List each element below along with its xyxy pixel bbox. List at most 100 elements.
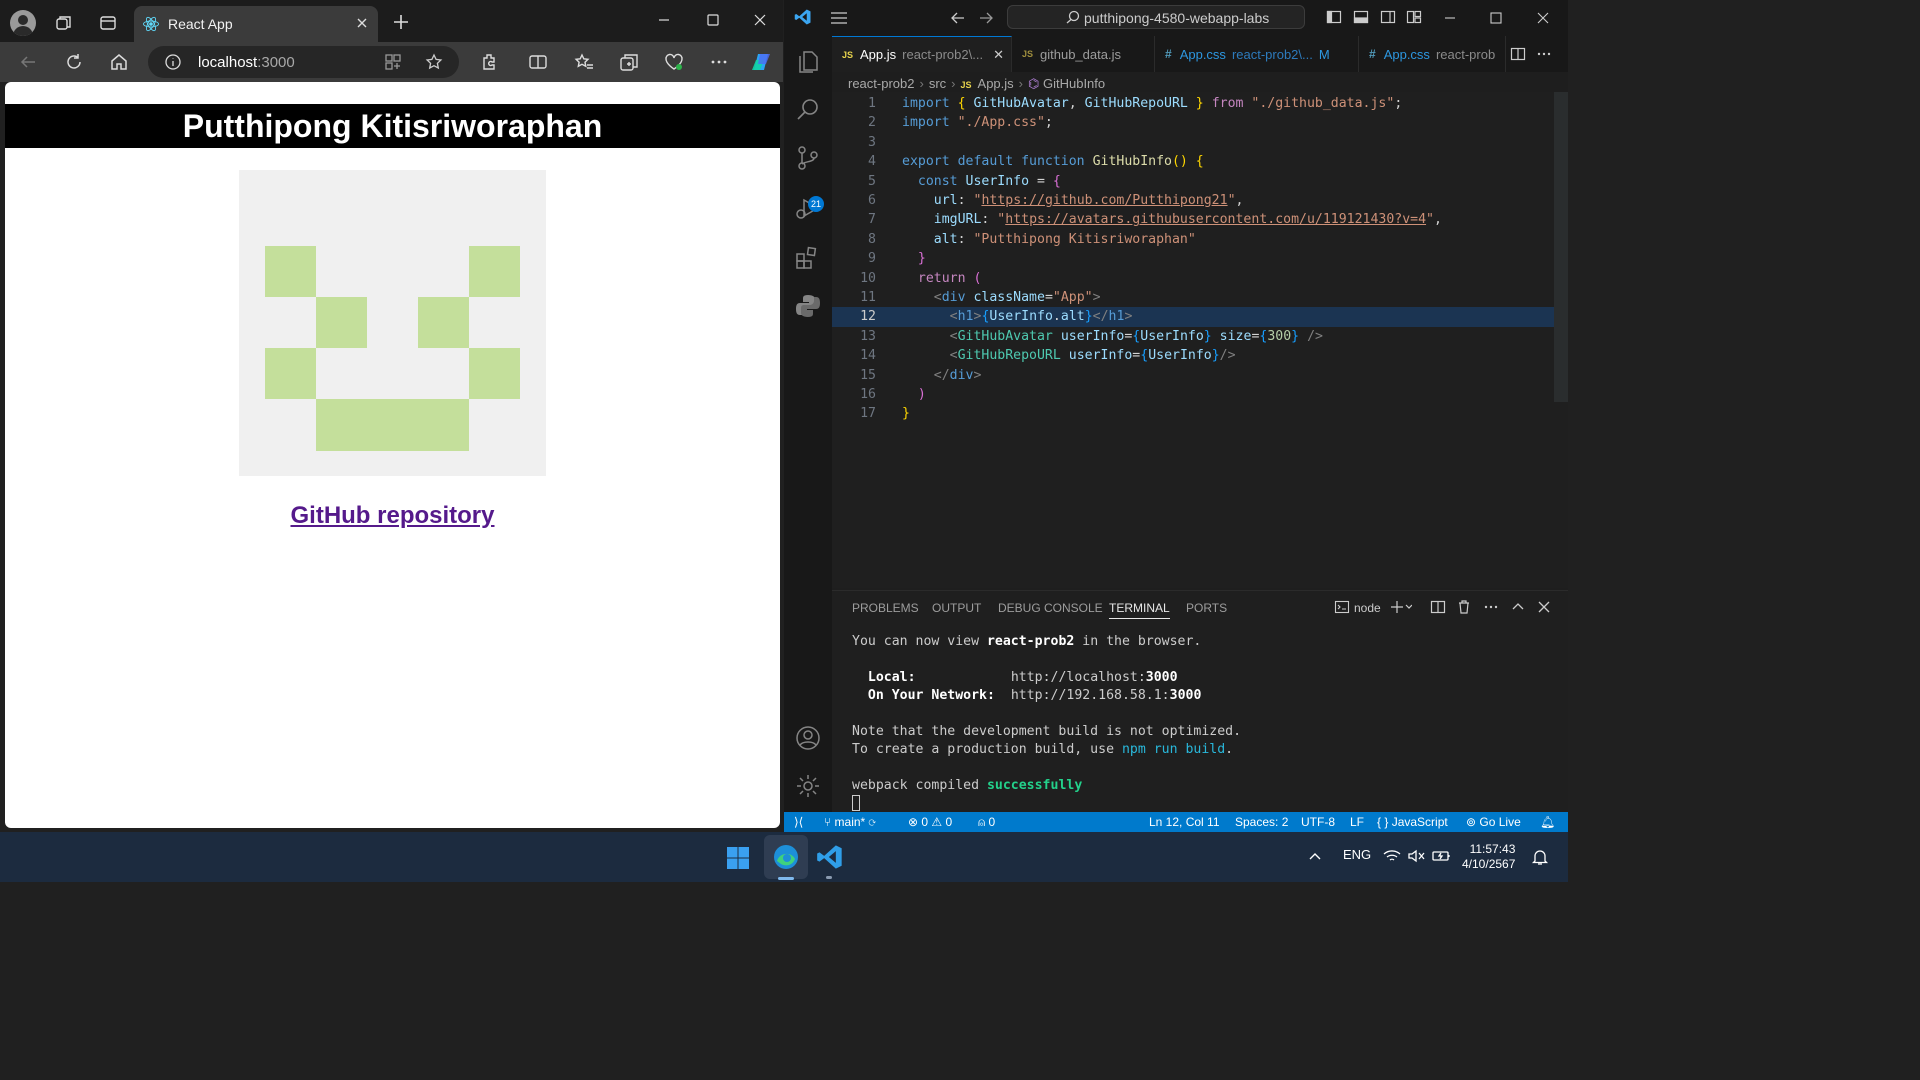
language-mode[interactable]: { } JavaScript	[1377, 815, 1448, 829]
notifications-icon[interactable]	[1531, 848, 1549, 866]
notifications-bell-icon[interactable]: 🔔︎	[1540, 815, 1555, 829]
tab-debug-console[interactable]: DEBUG CONSOLE	[998, 601, 1103, 615]
code-line[interactable]: 5 const UserInfo = {	[832, 172, 1554, 191]
tab-app-js[interactable]: JS App.js react-prob2\... ✕	[832, 36, 1012, 72]
indentation[interactable]: Spaces: 2	[1235, 815, 1288, 829]
cursor-position[interactable]: Ln 12, Col 11	[1149, 815, 1220, 829]
copilot-icon[interactable]	[748, 50, 774, 74]
close-panel-icon[interactable]	[1536, 599, 1552, 615]
tab-terminal[interactable]: TERMINAL	[1109, 601, 1170, 619]
new-terminal-icon[interactable]	[1390, 599, 1412, 615]
code-line[interactable]: 7 imgURL: "https://avatars.githubusercon…	[832, 210, 1554, 229]
code-line[interactable]: 16 )	[832, 385, 1554, 404]
favorite-star-icon[interactable]	[425, 53, 443, 71]
code-line[interactable]: 4 export default function GitHubInfo() {	[832, 152, 1554, 171]
close-tab-icon[interactable]	[354, 15, 370, 31]
favorites-icon[interactable]	[574, 52, 594, 72]
code-line[interactable]: 9 }	[832, 249, 1554, 268]
code-line[interactable]: 6 url: "https://github.com/Putthipong21"…	[832, 191, 1554, 210]
windows-start-icon[interactable]	[726, 846, 750, 870]
code-line[interactable]: 12 <h1>{UserInfo.alt}</h1>	[832, 307, 1554, 327]
vs-close-icon[interactable]	[1535, 10, 1551, 26]
end-of-line[interactable]: LF	[1350, 815, 1364, 829]
close-editor-tab-icon[interactable]: ✕	[993, 47, 1004, 63]
tab-ports[interactable]: PORTS	[1186, 601, 1227, 615]
github-repository-link[interactable]: GitHub repository	[5, 502, 780, 530]
refresh-icon[interactable]	[64, 52, 84, 72]
tab-app-css[interactable]: # App.css react-prob2\... M	[1155, 36, 1359, 72]
code-line[interactable]: 14 <GitHubRepoURL userInfo={UserInfo}/>	[832, 346, 1554, 365]
split-terminal-icon[interactable]	[1430, 599, 1446, 615]
address-bar[interactable]: localhost:3000	[148, 46, 459, 78]
tab-github-data-js[interactable]: JS github_data.js	[1012, 36, 1155, 72]
system-clock[interactable]: 11:57:43 4/10/2567	[1462, 842, 1515, 872]
home-icon[interactable]	[109, 52, 129, 72]
source-control-icon[interactable]	[794, 144, 822, 172]
collections-icon[interactable]	[619, 52, 639, 72]
code-line[interactable]: 13 <GitHubAvatar userInfo={UserInfo} siz…	[832, 327, 1554, 346]
maximize-icon[interactable]	[705, 12, 721, 28]
code-line[interactable]: 17}	[832, 404, 1554, 423]
forwarded-ports[interactable]: ⍝ 0	[978, 815, 995, 830]
close-window-icon[interactable]	[752, 12, 768, 28]
extensions-view-icon[interactable]	[794, 244, 822, 272]
maximize-panel-icon[interactable]	[1510, 599, 1526, 615]
tab-problems[interactable]: PROBLEMS	[852, 601, 919, 615]
extensions-icon[interactable]	[480, 52, 500, 72]
python-icon[interactable]	[794, 292, 822, 320]
minimize-icon[interactable]	[656, 12, 672, 28]
code-line[interactable]: 1 import { GitHubAvatar, GitHubRepoURL } …	[832, 94, 1554, 113]
new-tab-icon[interactable]	[392, 13, 410, 31]
problems-count[interactable]: ⊗ 0 ⚠ 0	[908, 815, 952, 829]
volume-muted-icon[interactable]	[1408, 848, 1426, 864]
code-line[interactable]: 3	[832, 133, 1554, 152]
search-view-icon[interactable]	[794, 96, 822, 124]
vs-maximize-icon[interactable]	[1488, 10, 1504, 26]
code-editor[interactable]: 1 import { GitHubAvatar, GitHubRepoURL } …	[832, 92, 1568, 588]
menu-icon[interactable]	[830, 10, 848, 26]
browser-essentials-icon[interactable]	[664, 52, 684, 72]
explorer-icon[interactable]	[794, 48, 822, 76]
git-branch[interactable]: ⑂ main* ⟳	[824, 815, 876, 829]
workspaces-icon[interactable]	[54, 13, 74, 33]
go-forward-icon[interactable]	[978, 10, 994, 26]
battery-charging-icon[interactable]	[1432, 848, 1452, 864]
browser-tab-react-app[interactable]: React App	[134, 6, 378, 42]
split-editor-icon[interactable]	[1510, 46, 1526, 62]
wifi-icon[interactable]	[1383, 848, 1401, 864]
accounts-icon[interactable]	[794, 724, 822, 752]
tab-actions-icon[interactable]	[98, 13, 118, 33]
terminal-shell-icon[interactable]	[1334, 599, 1350, 615]
tab-app-css-2[interactable]: # App.css react-prob	[1359, 36, 1506, 72]
go-back-icon[interactable]	[950, 10, 966, 26]
show-hidden-icons-icon[interactable]	[1307, 849, 1323, 865]
remote-indicator-icon[interactable]: ⟩⟨	[794, 815, 803, 829]
more-menu-icon[interactable]	[709, 52, 729, 72]
customize-layout-icon[interactable]	[1406, 9, 1422, 25]
site-info-icon[interactable]	[164, 53, 182, 71]
split-screen-icon[interactable]	[528, 52, 548, 72]
terminal-name[interactable]: node	[1354, 601, 1381, 615]
code-line[interactable]: 2 import "./App.css";	[832, 113, 1554, 132]
toggle-primary-sidebar-icon[interactable]	[1326, 9, 1342, 25]
code-line[interactable]: 10 return (	[832, 269, 1554, 288]
go-live[interactable]: ⊚ Go Live	[1466, 815, 1521, 829]
tab-output[interactable]: OUTPUT	[932, 601, 981, 615]
vs-minimize-icon[interactable]	[1442, 10, 1458, 26]
manage-gear-icon[interactable]	[794, 772, 822, 800]
edge-taskbar-button[interactable]	[764, 835, 808, 880]
panel-more-icon[interactable]	[1483, 599, 1499, 615]
toggle-panel-icon[interactable]	[1353, 9, 1369, 25]
toggle-secondary-sidebar-icon[interactable]	[1380, 9, 1396, 25]
code-line[interactable]: 11 <div className="App">	[832, 288, 1554, 307]
app-available-icon[interactable]	[384, 53, 402, 71]
back-icon[interactable]	[18, 52, 38, 72]
vscode-taskbar-icon[interactable]	[816, 843, 844, 871]
editor-scrollbar[interactable]	[1554, 92, 1568, 402]
kill-terminal-icon[interactable]	[1456, 599, 1472, 615]
code-line[interactable]: 8 alt: "Putthipong Kitisriworaphan"	[832, 230, 1554, 249]
terminal-output[interactable]: You can now view react-prob2 in the brow…	[852, 633, 1241, 813]
profile-avatar-icon[interactable]	[10, 10, 36, 36]
command-center-search[interactable]: putthipong-4580-webapp-labs	[1007, 5, 1305, 29]
code-line[interactable]: 15 </div>	[832, 366, 1554, 385]
